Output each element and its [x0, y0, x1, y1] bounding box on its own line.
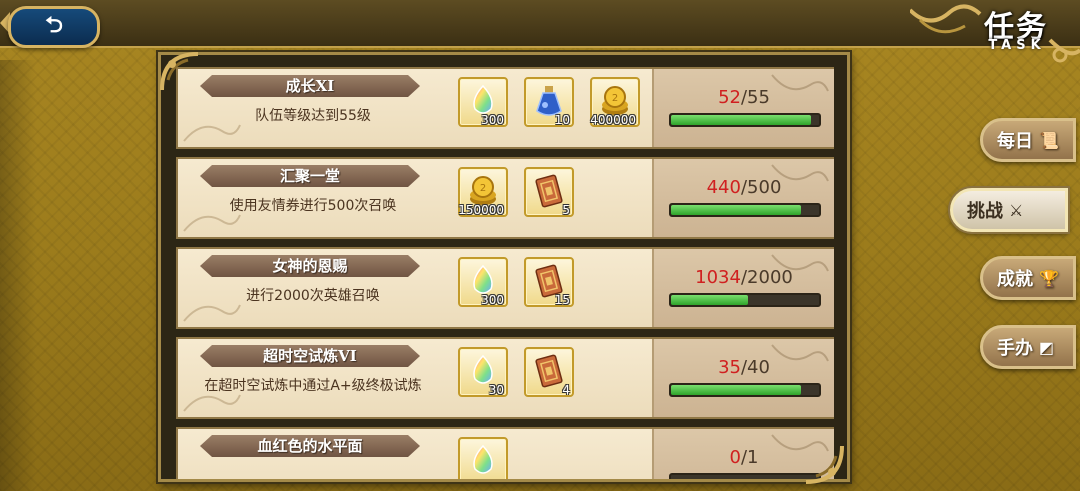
progress-current: 0 [729, 447, 741, 468]
reward-count: 30 [488, 383, 504, 397]
progress-bar-fill [671, 115, 811, 125]
tab-daily[interactable]: 每日 📜 [980, 118, 1076, 162]
tab-label: 成就 [997, 269, 1033, 290]
progress-bar-fill [671, 385, 801, 395]
progress-text: 52/55 [654, 87, 834, 108]
corner-ornament-icon [160, 52, 199, 91]
progress-bar [669, 113, 821, 127]
reward-item[interactable]: 2 400000 [590, 77, 640, 127]
svg-text:2: 2 [612, 93, 618, 104]
progress-area: 52/55 [652, 69, 834, 147]
progress-text: 1034/2000 [654, 267, 834, 288]
task-description: 队伍等级达到55级 [255, 108, 371, 124]
reward-count: 300 [481, 113, 504, 127]
progress-bar [669, 383, 821, 397]
task-title: 汇聚一堂 [200, 165, 420, 187]
tab-challenge[interactable]: 挑战 ⚔ [950, 188, 1068, 232]
corner-ornament-icon [805, 445, 844, 484]
progress-total: /2000 [740, 267, 793, 288]
reward-item[interactable]: 4 [524, 347, 574, 397]
progress-current: 1034 [695, 267, 741, 288]
reward-count: 400000 [590, 113, 636, 127]
task-row[interactable]: 女神的恩赐进行2000次英雄召唤 300 15 1034/2000 [176, 247, 834, 329]
task-title: 超时空试炼VI [200, 345, 420, 367]
task-description: 使用友情券进行500次召唤 [229, 198, 397, 214]
reward-count: 4 [562, 383, 570, 397]
progress-bar-fill [671, 295, 748, 305]
reward-item[interactable]: 15 [524, 257, 574, 307]
progress-total: /40 [740, 357, 770, 378]
reward-item[interactable]: 300 [458, 77, 508, 127]
progress-bar [669, 293, 821, 307]
progress-bar [669, 473, 821, 479]
progress-text: 35/40 [654, 357, 834, 378]
reward-count: 300 [481, 293, 504, 307]
task-title: 血红色的水平面 [200, 435, 420, 457]
task-description: 进行2000次英雄召唤 [246, 288, 380, 304]
task-row[interactable]: 血红色的水平面 0/1 [176, 427, 834, 482]
reward-item[interactable]: 10 [524, 77, 574, 127]
scroll-icon: 📜 [1039, 130, 1059, 150]
svg-text:2: 2 [480, 183, 486, 194]
swirl-decoration-icon [182, 475, 242, 482]
tab-label: 每日 [997, 131, 1033, 152]
progress-total: /55 [740, 87, 770, 108]
progress-current: 35 [718, 357, 741, 378]
reward-item[interactable]: 30 [458, 347, 508, 397]
tab-achievement[interactable]: 成就 🏆 [980, 256, 1076, 300]
reward-count: 5 [562, 203, 570, 217]
crossed-swords-icon: ⚔ [1009, 200, 1024, 220]
figure-icon: ◩ [1039, 337, 1055, 357]
left-decor-strip [0, 60, 36, 491]
reward-count: 15 [554, 293, 570, 307]
task-panel: 成长XI 队伍等级达到55级 300 10 2 400000 52/55 汇聚一堂 使用友情券进… [158, 52, 850, 482]
reward-count: 10 [554, 113, 570, 127]
trophy-icon: 🏆 [1039, 268, 1059, 288]
page-subtitle: TASK [988, 38, 1046, 53]
back-arrow-icon: ⮌ [45, 13, 63, 38]
tab-label: 手办 [997, 338, 1033, 359]
progress-area: 1034/2000 [652, 249, 834, 327]
progress-total: /1 [740, 447, 759, 468]
task-title: 女神的恩赐 [200, 255, 420, 277]
progress-area: 440/500 [652, 159, 834, 237]
task-row[interactable]: 超时空试炼VI 在超时空试炼中通过A+级终极试炼 30 4 35/40 [176, 337, 834, 419]
progress-current: 52 [718, 87, 741, 108]
reward-count: 150000 [458, 203, 504, 217]
task-title: 成长XI [200, 75, 420, 97]
tab-label: 挑战 [967, 201, 1003, 222]
progress-current: 440 [706, 177, 741, 198]
progress-total: /500 [740, 177, 782, 198]
progress-area: 35/40 [652, 339, 834, 417]
progress-bar [669, 203, 821, 217]
progress-text: 440/500 [654, 177, 834, 198]
reward-item[interactable]: 300 [458, 257, 508, 307]
progress-bar-fill [671, 205, 802, 215]
reward-item[interactable]: 5 [524, 167, 574, 217]
reward-item[interactable]: 2 150000 [458, 167, 508, 217]
task-row[interactable]: 成长XI 队伍等级达到55级 300 10 2 400000 52/55 [176, 67, 834, 149]
task-description: 在超时空试炼中通过A+级终极试炼 [204, 378, 422, 394]
reward-item[interactable] [458, 437, 508, 479]
back-button[interactable]: ⮌ [8, 6, 100, 48]
task-row[interactable]: 汇聚一堂使用友情券进行500次召唤 2 150000 5 440/500 [176, 157, 834, 239]
tab-figure[interactable]: 手办 ◩ [980, 325, 1076, 369]
